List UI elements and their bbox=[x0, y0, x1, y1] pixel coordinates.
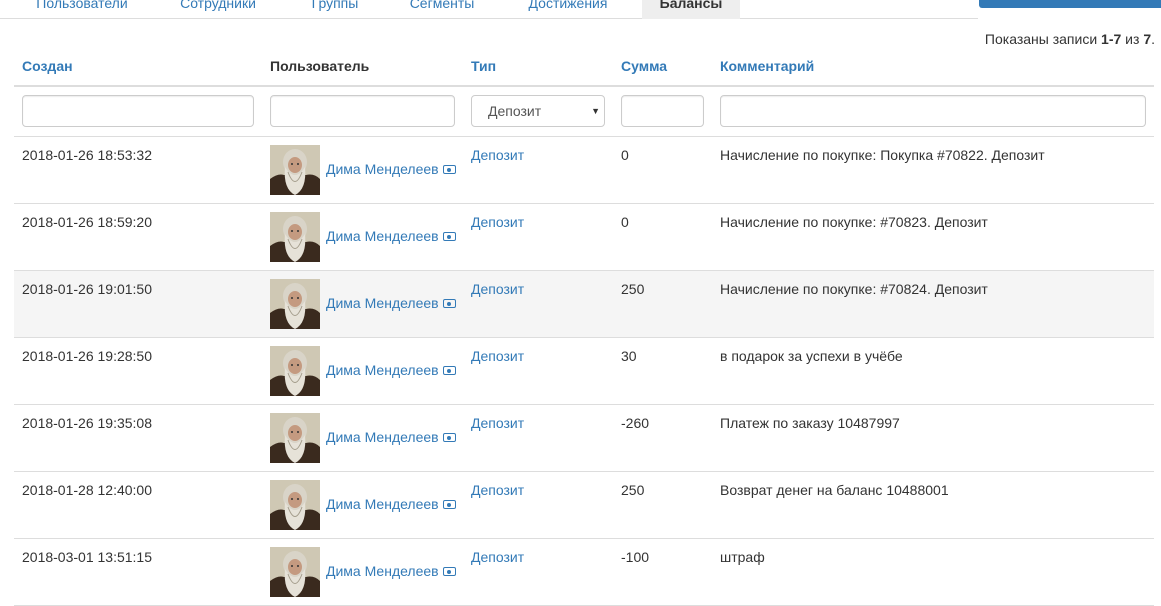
records-summary: Показаны записи 1-7 из 7. bbox=[985, 31, 1155, 47]
cell-amount: 250 bbox=[621, 281, 645, 297]
user-name: Дима Менделеев bbox=[326, 161, 439, 177]
tab-employees[interactable]: Сотрудники bbox=[170, 0, 266, 18]
cell-created: 2018-01-26 19:01:50 bbox=[22, 281, 152, 297]
chevron-down-icon: ▼ bbox=[591, 106, 600, 116]
tab-balances[interactable]: Балансы bbox=[642, 0, 740, 19]
section-tabs: Пользователи Сотрудники Группы Сегменты … bbox=[0, 0, 978, 19]
user-link[interactable]: Дима Менделеев bbox=[326, 228, 456, 244]
cell-created: 2018-01-26 19:28:50 bbox=[22, 348, 152, 364]
eye-icon[interactable] bbox=[442, 500, 456, 509]
avatar[interactable] bbox=[270, 547, 320, 597]
user-link[interactable]: Дима Менделеев bbox=[326, 161, 456, 177]
tab-achievements[interactable]: Достижения bbox=[520, 0, 616, 18]
column-type[interactable]: Тип bbox=[471, 58, 496, 74]
avatar[interactable] bbox=[270, 413, 320, 463]
summary-prefix: Показаны записи bbox=[984, 31, 1102, 47]
cell-created: 2018-01-26 18:59:20 bbox=[22, 214, 152, 230]
table-row: 2018-01-28 12:40:00 Дима Менделеев Депози… bbox=[14, 472, 1154, 539]
user-name: Дима Менделеев bbox=[326, 496, 439, 512]
column-created[interactable]: Создан bbox=[22, 58, 73, 74]
user-link[interactable]: Дима Менделеев bbox=[326, 295, 456, 311]
table-row: 2018-01-26 19:35:08 Дима Менделеев Депози… bbox=[14, 405, 1154, 472]
avatar[interactable] bbox=[270, 480, 320, 530]
avatar[interactable] bbox=[270, 279, 320, 329]
filter-user-input[interactable] bbox=[270, 95, 455, 127]
cell-comment: Платеж по заказу 10487997 bbox=[720, 415, 900, 431]
cell-type-link[interactable]: Депозит bbox=[471, 549, 524, 565]
cell-amount: 250 bbox=[621, 482, 645, 498]
cell-comment: Возврат денег на баланс 10488001 bbox=[720, 482, 949, 498]
cell-type-link[interactable]: Депозит bbox=[471, 147, 524, 163]
column-comment[interactable]: Комментарий bbox=[720, 58, 814, 74]
table-row: 2018-01-26 18:59:20 Дима Менделеев Депози… bbox=[14, 204, 1154, 271]
top-action-button[interactable] bbox=[979, 0, 1161, 8]
cell-comment: Начисление по покупке: #70824. Депозит bbox=[720, 281, 988, 297]
cell-amount: 30 bbox=[621, 348, 637, 364]
cell-comment: Начисление по покупке: #70823. Депозит bbox=[720, 214, 988, 230]
summary-range: 1-7 bbox=[1101, 31, 1122, 47]
summary-total: 7 bbox=[1143, 31, 1152, 47]
user-link[interactable]: Дима Менделеев bbox=[326, 496, 456, 512]
table-row: 2018-01-26 18:53:32 Дима Менделеев Депози… bbox=[14, 137, 1154, 204]
user-name: Дима Менделеев bbox=[326, 429, 439, 445]
table-row: 2018-01-26 19:28:50 Дима Менделеев Депози… bbox=[14, 338, 1154, 405]
eye-icon[interactable] bbox=[442, 299, 456, 308]
eye-icon[interactable] bbox=[442, 232, 456, 241]
tab-groups[interactable]: Группы bbox=[305, 0, 365, 18]
cell-comment: в подарок за успехи в учёбе bbox=[720, 348, 903, 364]
cell-type-link[interactable]: Депозит bbox=[471, 281, 524, 297]
user-name: Дима Менделеев bbox=[326, 563, 439, 579]
eye-icon[interactable] bbox=[442, 165, 456, 174]
filter-amount-input[interactable] bbox=[621, 95, 704, 127]
tab-users[interactable]: Пользователи bbox=[22, 0, 142, 18]
user-link[interactable]: Дима Менделеев bbox=[326, 362, 456, 378]
cell-created: 2018-01-26 19:35:08 bbox=[22, 415, 152, 431]
filter-comment-input[interactable] bbox=[720, 95, 1146, 127]
summary-suffix: . bbox=[1151, 31, 1155, 47]
cell-created: 2018-03-01 13:51:15 bbox=[22, 549, 152, 565]
user-name: Дима Менделеев bbox=[326, 362, 439, 378]
cell-amount: -260 bbox=[621, 415, 650, 431]
table-header: Создан Пользователь Тип Сумма Комментари… bbox=[14, 50, 1154, 87]
cell-type-link[interactable]: Депозит bbox=[471, 415, 524, 431]
cell-created: 2018-01-28 12:40:00 bbox=[22, 482, 152, 498]
eye-icon[interactable] bbox=[442, 567, 456, 576]
filter-type-select[interactable]: Депозит ▼ bbox=[471, 95, 605, 127]
cell-type-link[interactable]: Депозит bbox=[471, 482, 524, 498]
avatar[interactable] bbox=[270, 346, 320, 396]
avatar[interactable] bbox=[270, 212, 320, 262]
column-amount[interactable]: Сумма bbox=[621, 58, 667, 74]
cell-created: 2018-01-26 18:53:32 bbox=[22, 147, 152, 163]
cell-comment: штраф bbox=[720, 549, 765, 565]
eye-icon[interactable] bbox=[442, 366, 456, 375]
filter-created-input[interactable] bbox=[22, 95, 254, 127]
cell-amount: 0 bbox=[621, 147, 629, 163]
tab-segments[interactable]: Сегменты bbox=[402, 0, 482, 18]
user-link[interactable]: Дима Менделеев bbox=[326, 563, 456, 579]
filter-row: Депозит ▼ bbox=[14, 87, 1154, 137]
summary-of: из bbox=[1121, 31, 1144, 47]
cell-amount: 0 bbox=[621, 214, 629, 230]
eye-icon[interactable] bbox=[442, 433, 456, 442]
column-user: Пользователь bbox=[270, 58, 370, 74]
table-row: 2018-01-26 19:01:50 Дима Менделеев Депози… bbox=[14, 271, 1154, 338]
cell-amount: -100 bbox=[621, 549, 650, 565]
table-row: 2018-03-01 13:51:15 Дима Менделеев Депози… bbox=[14, 539, 1154, 606]
avatar[interactable] bbox=[270, 145, 320, 195]
filter-type-value: Депозит bbox=[488, 103, 542, 119]
cell-type-link[interactable]: Депозит bbox=[471, 214, 524, 230]
user-name: Дима Менделеев bbox=[326, 295, 439, 311]
cell-type-link[interactable]: Депозит bbox=[471, 348, 524, 364]
user-name: Дима Менделеев bbox=[326, 228, 439, 244]
cell-comment: Начисление по покупке: Покупка #70822. Д… bbox=[720, 147, 1045, 163]
user-link[interactable]: Дима Менделеев bbox=[326, 429, 456, 445]
